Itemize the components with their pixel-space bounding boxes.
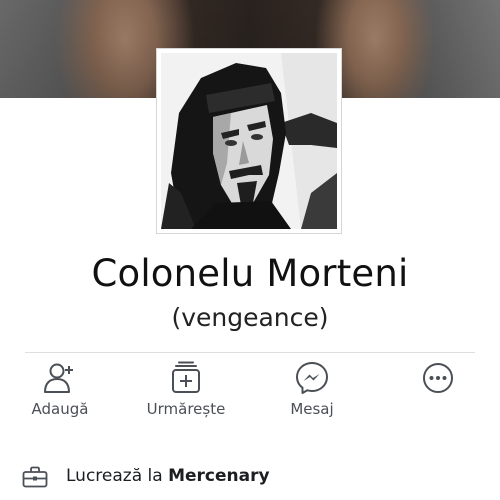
add-friend-button[interactable]: Adaugă — [5, 360, 115, 426]
messenger-icon — [296, 362, 328, 394]
message-label: Mesaj — [290, 400, 334, 418]
follow-button[interactable]: Urmărește — [131, 360, 241, 426]
profile-picture[interactable] — [156, 48, 342, 234]
more-button[interactable] — [383, 360, 493, 426]
profile-nickname: (vengeance) — [171, 303, 329, 332]
work-company[interactable]: Mercenary — [168, 466, 269, 486]
add-friend-icon — [44, 363, 73, 393]
profile-action-bar: Adaugă Urmărește Mesaj — [0, 360, 500, 430]
profile-photo-image — [161, 53, 337, 229]
follow-label: Urmărește — [146, 400, 226, 418]
work-info-row[interactable]: Lucrează la Mercenary — [22, 462, 482, 492]
more-icon — [423, 363, 453, 393]
work-prefix: Lucrează la — [66, 466, 163, 486]
work-text: Lucrează la Mercenary — [66, 466, 270, 486]
profile-name: Colonelu Morteni — [91, 252, 409, 295]
profile-page: Colonelu Morteni (vengeance) Adaugă Urmă… — [0, 0, 500, 500]
follow-icon — [172, 361, 200, 393]
briefcase-icon — [22, 466, 48, 488]
message-button[interactable]: Mesaj — [257, 360, 367, 426]
divider — [25, 352, 475, 353]
add-friend-label: Adaugă — [31, 400, 89, 418]
